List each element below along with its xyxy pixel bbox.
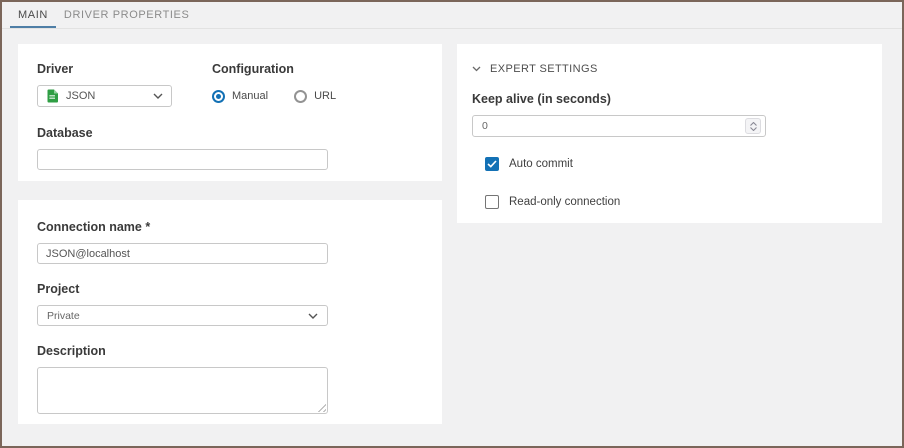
tab-main-label: MAIN bbox=[18, 9, 48, 21]
chevron-down-icon bbox=[153, 93, 163, 99]
read-only-option[interactable]: Read-only connection bbox=[485, 195, 867, 209]
connection-settings-page: MAIN DRIVER PROPERTIES Driver bbox=[0, 0, 904, 448]
driver-label: Driver bbox=[37, 62, 192, 76]
number-stepper[interactable] bbox=[745, 118, 761, 134]
chevron-down-icon bbox=[308, 313, 318, 319]
connection-name-input[interactable] bbox=[37, 243, 328, 264]
radio-url-unselected-icon[interactable] bbox=[294, 90, 307, 103]
auto-commit-option[interactable]: Auto commit bbox=[485, 157, 867, 171]
stepper-down-icon bbox=[750, 127, 757, 131]
radio-option-url[interactable]: URL bbox=[294, 90, 336, 103]
project-select-value: Private bbox=[47, 310, 80, 322]
radio-manual-label: Manual bbox=[232, 90, 268, 102]
project-select[interactable]: Private bbox=[37, 305, 328, 326]
tab-main[interactable]: MAIN bbox=[10, 2, 56, 28]
json-file-icon bbox=[46, 89, 59, 103]
project-label: Project bbox=[37, 282, 442, 296]
description-textarea[interactable] bbox=[37, 367, 328, 414]
expert-settings-card: EXPERT SETTINGS Keep alive (in seconds) … bbox=[457, 44, 882, 223]
driver-card: Driver JSON bbox=[18, 44, 442, 181]
radio-option-manual[interactable]: Manual bbox=[212, 90, 268, 103]
radio-manual-selected-icon[interactable] bbox=[212, 90, 225, 103]
stepper-up-icon bbox=[750, 122, 757, 126]
chevron-down-icon bbox=[472, 66, 481, 72]
configuration-label: Configuration bbox=[212, 62, 336, 76]
expert-settings-toggle[interactable]: EXPERT SETTINGS bbox=[472, 59, 867, 75]
read-only-label: Read-only connection bbox=[509, 196, 620, 208]
tab-driver-properties[interactable]: DRIVER PROPERTIES bbox=[56, 2, 198, 28]
driver-column: Driver JSON bbox=[37, 62, 192, 107]
auto-commit-checkbox-checked[interactable] bbox=[485, 157, 499, 171]
radio-url-label: URL bbox=[314, 90, 336, 102]
description-label: Description bbox=[37, 344, 442, 358]
driver-select-value: JSON bbox=[66, 90, 95, 102]
expert-settings-header-label: EXPERT SETTINGS bbox=[490, 63, 598, 75]
read-only-checkbox-unchecked[interactable] bbox=[485, 195, 499, 209]
connection-card: Connection name * Project Private Descri… bbox=[18, 200, 442, 424]
keep-alive-input[interactable] bbox=[474, 117, 745, 135]
database-label: Database bbox=[37, 126, 442, 140]
tab-bar: MAIN DRIVER PROPERTIES bbox=[2, 2, 902, 29]
auto-commit-label: Auto commit bbox=[509, 158, 573, 170]
database-input[interactable] bbox=[37, 149, 328, 170]
tab-driver-properties-label: DRIVER PROPERTIES bbox=[64, 9, 190, 21]
keep-alive-field bbox=[472, 115, 766, 137]
configuration-column: Configuration Manual URL bbox=[212, 62, 336, 107]
connection-name-label: Connection name * bbox=[37, 220, 442, 234]
driver-select[interactable]: JSON bbox=[37, 85, 172, 107]
keep-alive-label: Keep alive (in seconds) bbox=[472, 92, 867, 106]
